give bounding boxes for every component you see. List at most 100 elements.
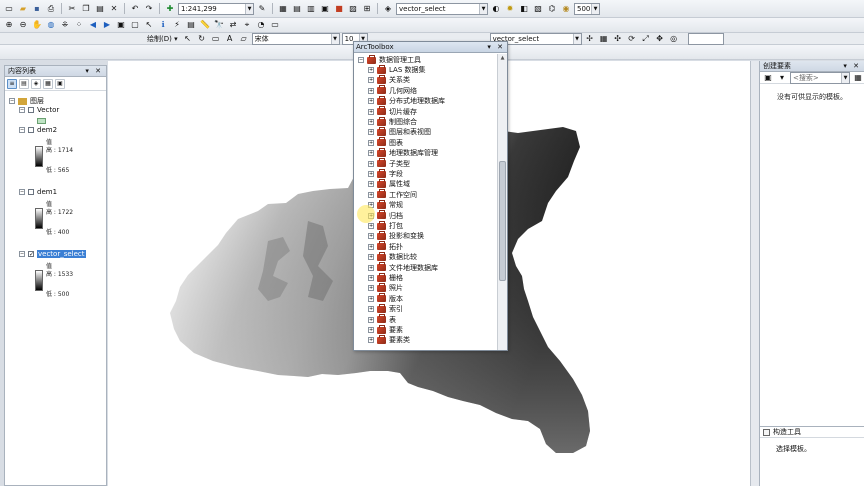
callout-icon[interactable]: ▱	[238, 33, 250, 45]
expand-icon[interactable]: +	[368, 160, 374, 167]
data-frame-node[interactable]: − 图层	[9, 96, 44, 106]
map-scale-combo[interactable]: 1:241,299 ▼	[178, 2, 254, 15]
contrast-icon[interactable]: ◐	[490, 3, 502, 15]
layer-visibility-checkbox[interactable]	[28, 107, 34, 113]
arctoolbox-scrollbar[interactable]: ▲	[497, 54, 507, 350]
open-folder-icon[interactable]: ▰	[17, 3, 29, 15]
find-icon[interactable]: 🔭	[213, 19, 225, 31]
expand-icon[interactable]: +	[368, 243, 374, 250]
expand-icon[interactable]: +	[368, 67, 374, 73]
toolbox-root[interactable]: − 数据管理工具	[358, 54, 421, 65]
chevron-down-icon[interactable]: ▼	[572, 33, 581, 44]
toolbox-item[interactable]: + 关系类	[368, 74, 410, 85]
toolbox-item[interactable]: + 要素	[368, 324, 403, 335]
link-table-icon[interactable]: ▦	[598, 33, 610, 45]
fit-display-icon[interactable]: ✣	[612, 33, 624, 45]
arctoolbox-window-controls[interactable]: ▾ ✕	[487, 43, 507, 51]
toolbox-item[interactable]: + 投影和变换	[368, 230, 424, 241]
python-window-icon[interactable]: ▨	[347, 3, 359, 15]
html-popup-icon[interactable]: ▤	[185, 19, 197, 31]
scroll-up-icon[interactable]: ▲	[498, 54, 507, 63]
measure-icon[interactable]: 📏	[199, 19, 211, 31]
list-by-visibility-icon[interactable]: ◈	[31, 78, 41, 89]
zoom-out-icon[interactable]: ⊖	[17, 19, 29, 31]
expand-icon[interactable]: +	[368, 327, 374, 333]
filter-icon[interactable]: ▾	[776, 72, 788, 84]
toc-window-icon[interactable]: ▥	[305, 3, 317, 15]
expand-icon[interactable]: +	[368, 98, 374, 105]
brightness-icon[interactable]: ✹	[504, 3, 516, 15]
model-builder-icon[interactable]: ⊞	[361, 3, 373, 15]
fixed-zoom-in-icon[interactable]: ⁜	[59, 19, 71, 31]
expand-icon[interactable]: +	[368, 275, 374, 281]
redo-icon[interactable]: ↷	[143, 3, 155, 15]
add-data-icon[interactable]: ✚	[164, 3, 176, 15]
toolbox-item[interactable]: + 照片	[368, 282, 403, 293]
toolbox-item[interactable]: + 切片缓存	[368, 106, 417, 117]
panel-splitter[interactable]	[750, 61, 759, 486]
identify-icon[interactable]: ℹ	[157, 19, 169, 31]
layer-node-dem1[interactable]: − dem1	[19, 188, 57, 196]
polygon-symbol[interactable]	[37, 118, 46, 124]
editor-toolbar-icon[interactable]: ✎	[256, 3, 268, 15]
toolbox-item[interactable]: + 分布式地理数据库	[368, 95, 445, 106]
layer-visibility-checkbox[interactable]: ✓	[28, 251, 34, 258]
layer-node-vector[interactable]: − Vector	[19, 106, 59, 114]
catalog-window-icon[interactable]: ▤	[291, 3, 303, 15]
transparency-icon[interactable]: ◧	[518, 3, 530, 15]
toolbox-item[interactable]: + 数据比较	[368, 251, 417, 262]
toolbox-item[interactable]: + 几何网络	[368, 85, 417, 96]
list-by-drawing-order-icon[interactable]: ≡	[7, 78, 17, 89]
layer-node-vector-select[interactable]: − ✓ vector_select	[19, 250, 86, 258]
toolbox-item[interactable]: + 制图综合	[368, 116, 417, 127]
paste-icon[interactable]: ▤	[94, 3, 106, 15]
forward-extent-icon[interactable]: ▶	[101, 19, 113, 31]
toolbox-item[interactable]: + 拓扑	[368, 241, 403, 252]
zoom-in-icon[interactable]: ⊕	[3, 19, 15, 31]
chevron-down-icon[interactable]: ▼	[330, 33, 339, 44]
expand-icon[interactable]: +	[368, 264, 374, 271]
toolbox-item[interactable]: + 文件地理数据库	[368, 262, 438, 273]
expand-icon[interactable]: +	[368, 191, 374, 198]
toc-window-controls[interactable]: ▾ ✕	[85, 67, 106, 75]
arctoolbox-title-bar[interactable]: ArcToolbox ▾ ✕	[354, 42, 507, 53]
expand-icon[interactable]: +	[368, 254, 374, 261]
georeference-input[interactable]	[687, 32, 724, 45]
expand-icon[interactable]: +	[368, 129, 374, 136]
expand-icon[interactable]: +	[368, 87, 374, 94]
expand-icon[interactable]: +	[368, 139, 374, 146]
swipe-icon[interactable]: ▧	[532, 3, 544, 15]
layer-icon[interactable]: ◈	[382, 3, 394, 15]
collapse-icon[interactable]: −	[19, 127, 25, 133]
font-name-combo[interactable]: 宋体 ▼	[251, 32, 340, 45]
flicker-icon[interactable]: ⌬	[546, 3, 558, 15]
print-icon[interactable]: ⎙	[45, 3, 57, 15]
layer-node-dem2[interactable]: − dem2	[19, 126, 57, 134]
color-ramp[interactable]	[35, 146, 43, 167]
hyperlink-icon[interactable]: ⚡	[171, 19, 183, 31]
scale-georef-icon[interactable]: ⤢	[640, 33, 652, 45]
undo-icon[interactable]: ↶	[129, 3, 141, 15]
toolbox-item[interactable]: + 要素类	[368, 334, 410, 345]
viewer-window-icon[interactable]: ▭	[269, 19, 281, 31]
shift-georef-icon[interactable]: ✥	[654, 33, 666, 45]
options-icon[interactable]: ▣	[55, 78, 65, 89]
expand-icon[interactable]: +	[368, 337, 374, 344]
list-by-source-icon[interactable]: ▤	[19, 78, 29, 89]
toolbox-item[interactable]: + 栅格	[368, 272, 403, 283]
list-by-selection-icon[interactable]: ▦	[43, 78, 53, 89]
collapse-icon[interactable]: −	[19, 251, 25, 257]
find-route-icon[interactable]: ⇄	[227, 19, 239, 31]
expand-icon[interactable]: +	[368, 171, 374, 177]
toolbox-item[interactable]: + 索引	[368, 303, 403, 314]
rotate-georef-icon[interactable]: ⟳	[626, 33, 638, 45]
arctoolbox-icon[interactable]: ■	[333, 3, 345, 15]
toolbox-item[interactable]: + 工作空间	[368, 189, 417, 200]
toolbox-item[interactable]: + 版本	[368, 293, 403, 304]
expand-icon[interactable]: +	[368, 119, 374, 125]
layer-visibility-checkbox[interactable]	[28, 189, 34, 195]
delete-icon[interactable]: ✕	[108, 3, 120, 15]
color-ramp[interactable]	[35, 208, 43, 229]
rotate-icon[interactable]: ↻	[196, 33, 208, 45]
expand-icon[interactable]: +	[368, 316, 374, 323]
